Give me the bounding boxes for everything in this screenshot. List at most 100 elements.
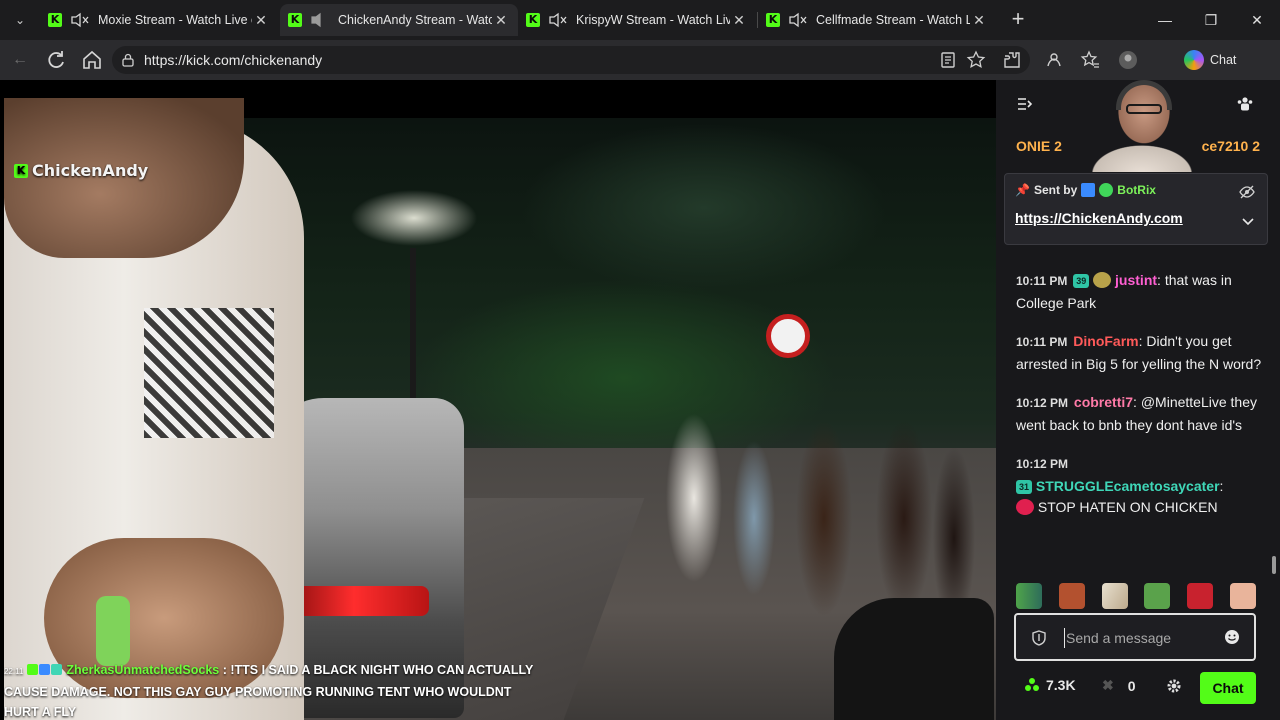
message-time: 10:12 PM	[1016, 457, 1069, 471]
copilot-label: Chat	[1210, 53, 1237, 67]
chat-message-input[interactable]	[1066, 627, 1216, 649]
message-time: 10:11 PM	[1016, 335, 1068, 349]
chat-message: 10:12 PM cobretti7: @MinetteLive they we…	[1016, 394, 1257, 433]
tab-title: ChickenAndy Stream - Watch	[338, 13, 492, 27]
tab-strip: ⌄ K Moxie Stream - Watch Live on ✕ K Chi…	[0, 0, 1280, 40]
community-icon	[1025, 678, 1039, 691]
chat-scrollbar[interactable]	[1272, 556, 1276, 574]
browser-essentials-icon[interactable]	[1044, 50, 1064, 70]
tts-username: ZherkasUnmatchedSocks	[66, 663, 220, 677]
home-icon[interactable]	[80, 48, 104, 72]
stream-watermark: K ChickenAndy	[14, 161, 148, 180]
shield-icon[interactable]	[1032, 630, 1046, 646]
back-button[interactable]: ←	[8, 48, 32, 72]
video-player[interactable]: K ChickenAndy 22:11 ZherkasUnmatchedSock…	[0, 80, 996, 720]
camera-rig	[144, 308, 274, 438]
message-username[interactable]: cobretti7	[1074, 394, 1133, 410]
muted-speaker-icon[interactable]	[788, 12, 808, 28]
tab-title: KrispyW Stream - Watch Live o	[576, 13, 730, 27]
chat-message: 10:12 PM 31 STRUGGLEcametosaycater: STOP…	[1016, 457, 1224, 515]
send-chat-button[interactable]: Chat	[1200, 672, 1256, 704]
points-icon: ✖	[1102, 677, 1114, 693]
reader-mode-icon[interactable]	[938, 50, 958, 70]
viewer-count-value: 7.3K	[1046, 677, 1076, 693]
chat-footer: 7.3K ✖ 0 Chat	[996, 668, 1280, 708]
muted-speaker-icon[interactable]	[548, 12, 568, 28]
copilot-chat-button[interactable]: Chat	[1184, 48, 1254, 72]
tab-title: Moxie Stream - Watch Live on	[98, 13, 252, 27]
emote-icon[interactable]	[1187, 583, 1214, 609]
channel-points-value: 0	[1127, 677, 1136, 694]
emote-icon[interactable]	[1229, 583, 1256, 609]
tab-title: Cellfmade Stream - Watch Live	[816, 13, 970, 27]
kick-favicon-icon: K	[48, 13, 62, 27]
kick-badge-icon	[26, 664, 38, 675]
chat-messages: 10:11 PM 39 justint: that was in College…	[1016, 270, 1266, 536]
chat-message: 10:11 PM 39 justint: that was in College…	[1016, 272, 1232, 311]
tts-overlay: 22:11 ZherkasUnmatchedSocks : !TTS I SAI…	[4, 660, 544, 720]
extensions-icon[interactable]	[1002, 50, 1022, 70]
gear-icon[interactable]	[1166, 678, 1182, 694]
text-cursor	[1064, 628, 1065, 648]
pinned-link[interactable]: https://ChickenAndy.com	[1015, 210, 1183, 226]
bot-badge-icon	[1081, 183, 1096, 197]
tab-close-icon[interactable]: ✕	[492, 12, 510, 29]
bot-badge-icon	[38, 664, 50, 675]
tab-chickenandy[interactable]: K ChickenAndy Stream - Watch ✕	[280, 4, 518, 36]
tab-actions-menu-button[interactable]: ⌄	[6, 6, 34, 34]
emote-icon[interactable]	[1144, 583, 1171, 609]
verified-badge-icon	[1099, 183, 1114, 197]
muted-speaker-icon[interactable]	[70, 12, 90, 28]
pinned-sender-name[interactable]: BotRix	[1117, 183, 1156, 197]
emote-icon[interactable]	[1058, 583, 1085, 609]
tab-close-icon[interactable]: ✕	[252, 12, 270, 29]
message-time: 10:11 PM	[1016, 274, 1068, 288]
profile-avatar-icon[interactable]	[1118, 50, 1138, 70]
collapse-chat-icon[interactable]	[1016, 95, 1034, 113]
minimize-button[interactable]: —	[1142, 8, 1188, 32]
tab-krispyw[interactable]: K KrispyW Stream - Watch Live o ✕	[518, 4, 756, 36]
message-username[interactable]: DinoFarm	[1073, 333, 1138, 349]
browser-toolbar: ← https://kick.com/chickenandy Chat	[0, 40, 1280, 80]
stream-video-frame[interactable]	[4, 98, 996, 720]
chat-panel: ONIE 2 ce7210 2 📌 Sent by BotRix https:/…	[996, 80, 1280, 720]
user-badge-icon	[1093, 272, 1112, 288]
tab-close-icon[interactable]: ✕	[730, 12, 748, 29]
chevron-down-icon[interactable]	[1241, 214, 1255, 228]
chat-input-box[interactable]	[1014, 613, 1256, 661]
subscriber-badge: 31	[1016, 479, 1032, 494]
emote-icon[interactable]	[1016, 583, 1042, 609]
close-window-button[interactable]: ✕	[1234, 8, 1280, 32]
subscriber-badge: 39	[1073, 274, 1090, 288]
emote-icon[interactable]	[1101, 583, 1128, 609]
tab-moxie[interactable]: K Moxie Stream - Watch Live on ✕	[40, 4, 278, 36]
message-username[interactable]: STRUGGLEcametosaycater	[1036, 478, 1220, 494]
hide-eye-icon[interactable]	[1239, 184, 1255, 200]
pinned-message: 📌 Sent by BotRix https://ChickenAndy.com	[1004, 173, 1268, 245]
reload-icon[interactable]	[44, 48, 68, 72]
emoji-picker-icon[interactable]	[1224, 629, 1240, 645]
do-not-enter-sign	[766, 314, 810, 358]
tab-cellfmade[interactable]: K Cellfmade Stream - Watch Live ✕	[758, 4, 996, 36]
viewer-count: 7.3K	[1024, 677, 1076, 693]
address-bar[interactable]: https://kick.com/chickenandy	[112, 46, 1030, 74]
new-tab-button[interactable]: +	[1006, 8, 1030, 32]
kick-logo-icon: K	[14, 163, 28, 178]
tab-close-icon[interactable]: ✕	[970, 12, 988, 29]
tts-separator: :	[219, 663, 231, 677]
lock-icon[interactable]	[122, 53, 134, 67]
chat-users-icon[interactable]	[1236, 95, 1254, 113]
webcam-glasses	[1126, 104, 1162, 114]
watermark-text: ChickenAndy	[32, 161, 149, 180]
favorites-icon[interactable]	[1080, 50, 1100, 70]
favorite-star-icon[interactable]	[966, 50, 986, 70]
green-wristband	[96, 596, 130, 666]
speaker-icon[interactable]	[310, 12, 330, 28]
kick-favicon-icon: K	[766, 13, 780, 27]
message-username[interactable]: justint	[1115, 272, 1157, 288]
url-text[interactable]: https://kick.com/chickenandy	[144, 52, 322, 68]
kick-favicon-icon: K	[288, 13, 302, 27]
gifter-chip[interactable]: ce7210 2	[1202, 138, 1260, 154]
restore-button[interactable]: ❐	[1188, 8, 1234, 32]
channel-points[interactable]: ✖ 0	[1102, 677, 1136, 694]
